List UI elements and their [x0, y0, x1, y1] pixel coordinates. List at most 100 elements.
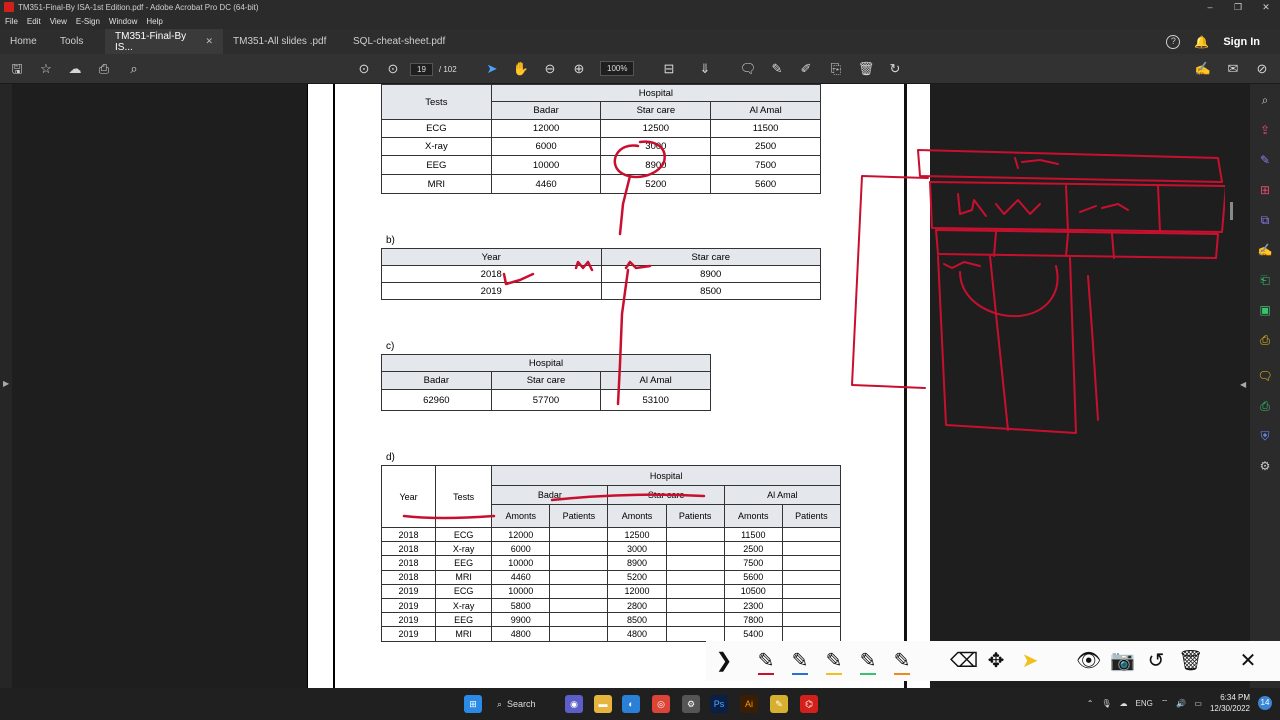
- prev-page-icon[interactable]: ⊙: [355, 60, 373, 78]
- comment-icon[interactable]: 🗨: [739, 60, 757, 78]
- mail-icon[interactable]: ✉: [1224, 60, 1242, 78]
- minimize-button[interactable]: –: [1196, 0, 1224, 14]
- zoom-in-icon[interactable]: ⊕: [570, 60, 588, 78]
- help-icon[interactable]: ?: [1166, 34, 1181, 49]
- menu-file[interactable]: File: [5, 17, 18, 26]
- draw-icon[interactable]: ✐: [797, 60, 815, 78]
- menu-help[interactable]: Help: [146, 17, 162, 26]
- star-icon[interactable]: ☆: [37, 60, 55, 78]
- combine-files-icon[interactable]: ⧉: [1257, 212, 1273, 228]
- maximize-button[interactable]: ❐: [1224, 0, 1252, 14]
- paint-icon[interactable]: ✎: [770, 695, 788, 713]
- scroll-mode-icon[interactable]: ⇓: [696, 60, 714, 78]
- create-pdf-icon[interactable]: ⊞: [1257, 182, 1273, 198]
- system-tray: ⌃ 🎙 ☁ ENG ⌔ 🔊 ▭ 6:34 PM 12/30/2022 14: [1087, 692, 1272, 714]
- menu-edit[interactable]: Edit: [27, 17, 41, 26]
- pen-orange-icon[interactable]: ✎: [890, 649, 914, 673]
- protect-icon[interactable]: ⛨: [1257, 428, 1273, 444]
- upload-cloud-icon[interactable]: ☁: [66, 60, 84, 78]
- expand-left-panel-icon[interactable]: ▶: [3, 379, 9, 388]
- comment-tool-icon[interactable]: 🗨: [1257, 368, 1273, 384]
- table-d: Year Tests Hospital Badar Star care Al A…: [380, 465, 842, 642]
- menu-view[interactable]: View: [50, 17, 67, 26]
- print-production-icon[interactable]: ⎙: [1257, 398, 1273, 414]
- notification-badge[interactable]: 14: [1258, 696, 1272, 710]
- save-icon[interactable]: 🖫: [8, 60, 26, 78]
- cloud-icon[interactable]: ☁: [1120, 699, 1128, 708]
- pen-blue-icon[interactable]: ✎: [788, 649, 812, 673]
- table-cell: 7800: [723, 612, 783, 628]
- close-window-button[interactable]: ✕: [1252, 0, 1280, 14]
- fit-page-icon[interactable]: ⊟: [660, 60, 678, 78]
- scrollbar-thumb[interactable]: [1230, 202, 1233, 220]
- table-cell-empty: [781, 612, 842, 628]
- wifi-icon[interactable]: ⌔: [1161, 698, 1169, 708]
- language-indicator[interactable]: ENG: [1136, 699, 1153, 708]
- teams-icon[interactable]: ◉: [565, 695, 583, 713]
- tab-home[interactable]: Home: [0, 29, 50, 54]
- pen-red-icon[interactable]: ✎: [754, 649, 778, 673]
- camera-icon[interactable]: 📷: [1110, 649, 1135, 673]
- vertical-scrollbar[interactable]: [1225, 84, 1250, 688]
- collapse-right-panel-icon[interactable]: ◀: [1240, 380, 1246, 389]
- tab-doc-2[interactable]: TM351-All slides .pdf: [223, 29, 343, 54]
- menu-esign[interactable]: E-Sign: [76, 17, 100, 26]
- table-row: 2018 EEG 10000 8900 7500: [380, 555, 842, 571]
- battery-icon[interactable]: ▭: [1194, 699, 1202, 708]
- tab-tools[interactable]: Tools: [50, 29, 105, 54]
- windows-start-icon[interactable]: ⊞: [464, 695, 482, 713]
- chevron-right-icon[interactable]: ❯: [712, 649, 736, 673]
- chrome-icon[interactable]: ◎: [652, 695, 670, 713]
- menu-window[interactable]: Window: [109, 17, 137, 26]
- volume-icon[interactable]: 🔊: [1176, 699, 1186, 708]
- tray-chevron-icon[interactable]: ⌃: [1087, 699, 1094, 708]
- taskbar-search[interactable]: ⌕ Search: [497, 695, 536, 713]
- select-pointer-icon[interactable]: ➤: [483, 60, 501, 78]
- settings-app-icon[interactable]: ⚙: [682, 695, 700, 713]
- move-icon[interactable]: ✥: [984, 649, 1008, 673]
- table-b: Year Star care 2018 8900 2019 8500: [381, 248, 821, 300]
- eye-icon[interactable]: 👁: [1076, 649, 1101, 673]
- table-cell: 2018: [381, 265, 602, 283]
- link-icon[interactable]: ⊘: [1253, 60, 1271, 78]
- next-page-icon[interactable]: ⊙: [384, 60, 402, 78]
- zoom-search-icon[interactable]: ⌕: [1257, 92, 1273, 108]
- undo-icon[interactable]: ↺: [1144, 649, 1168, 673]
- pen-green-icon[interactable]: ✎: [856, 649, 880, 673]
- print-icon[interactable]: ⎙: [95, 60, 113, 78]
- page-number-input[interactable]: 19: [410, 62, 433, 76]
- sign-in-button[interactable]: Sign In: [1223, 36, 1260, 48]
- photoshop-icon[interactable]: Ps: [710, 695, 728, 713]
- acrobat-taskbar-icon[interactable]: ⌬: [800, 695, 818, 713]
- illustrator-icon[interactable]: Ai: [740, 695, 758, 713]
- organize-pages-icon[interactable]: ⎗: [1257, 272, 1273, 288]
- fill-sign-icon[interactable]: ✍: [1194, 60, 1212, 78]
- close-tab-icon[interactable]: ✕: [205, 36, 213, 47]
- close-overlay-icon[interactable]: ✕: [1236, 649, 1260, 673]
- pen-yellow-icon[interactable]: ✎: [822, 649, 846, 673]
- tab-doc-3[interactable]: SQL-cheat-sheet.pdf: [343, 29, 463, 54]
- edge-icon[interactable]: ◐: [622, 695, 640, 713]
- clock[interactable]: 6:34 PM 12/30/2022: [1210, 692, 1250, 714]
- pointer-icon[interactable]: ➤: [1018, 649, 1042, 673]
- delete-icon[interactable]: 🗑: [857, 60, 875, 78]
- export-pdf-icon[interactable]: ⇪: [1257, 122, 1273, 138]
- bell-icon[interactable]: 🔔: [1194, 35, 1209, 49]
- scan-icon[interactable]: ⎙: [1257, 332, 1273, 348]
- edit-pdf-icon[interactable]: ✎: [1257, 152, 1273, 168]
- zoom-out-icon[interactable]: ⊖: [541, 60, 559, 78]
- eraser-icon[interactable]: ⌫: [950, 649, 978, 673]
- file-explorer-icon[interactable]: ▬: [594, 695, 612, 713]
- highlight-pen-icon[interactable]: ✎: [768, 60, 786, 78]
- more-tools-icon[interactable]: ⚙: [1257, 458, 1273, 474]
- microphone-icon[interactable]: 🎙: [1101, 699, 1111, 708]
- stamp-icon[interactable]: ⎘: [827, 60, 845, 78]
- tab-doc-active[interactable]: TM351-Final-By IS... ✕: [105, 29, 223, 54]
- fill-sign-tool-icon[interactable]: ✍: [1257, 242, 1273, 258]
- compress-icon[interactable]: ▣: [1257, 302, 1273, 318]
- rotate-icon[interactable]: ↻: [886, 60, 904, 78]
- hand-tool-icon[interactable]: ✋: [512, 60, 530, 78]
- trash-icon[interactable]: 🗑: [1178, 649, 1203, 673]
- zoom-level-select[interactable]: 100%: [600, 61, 635, 76]
- search-icon[interactable]: ⌕: [125, 60, 143, 78]
